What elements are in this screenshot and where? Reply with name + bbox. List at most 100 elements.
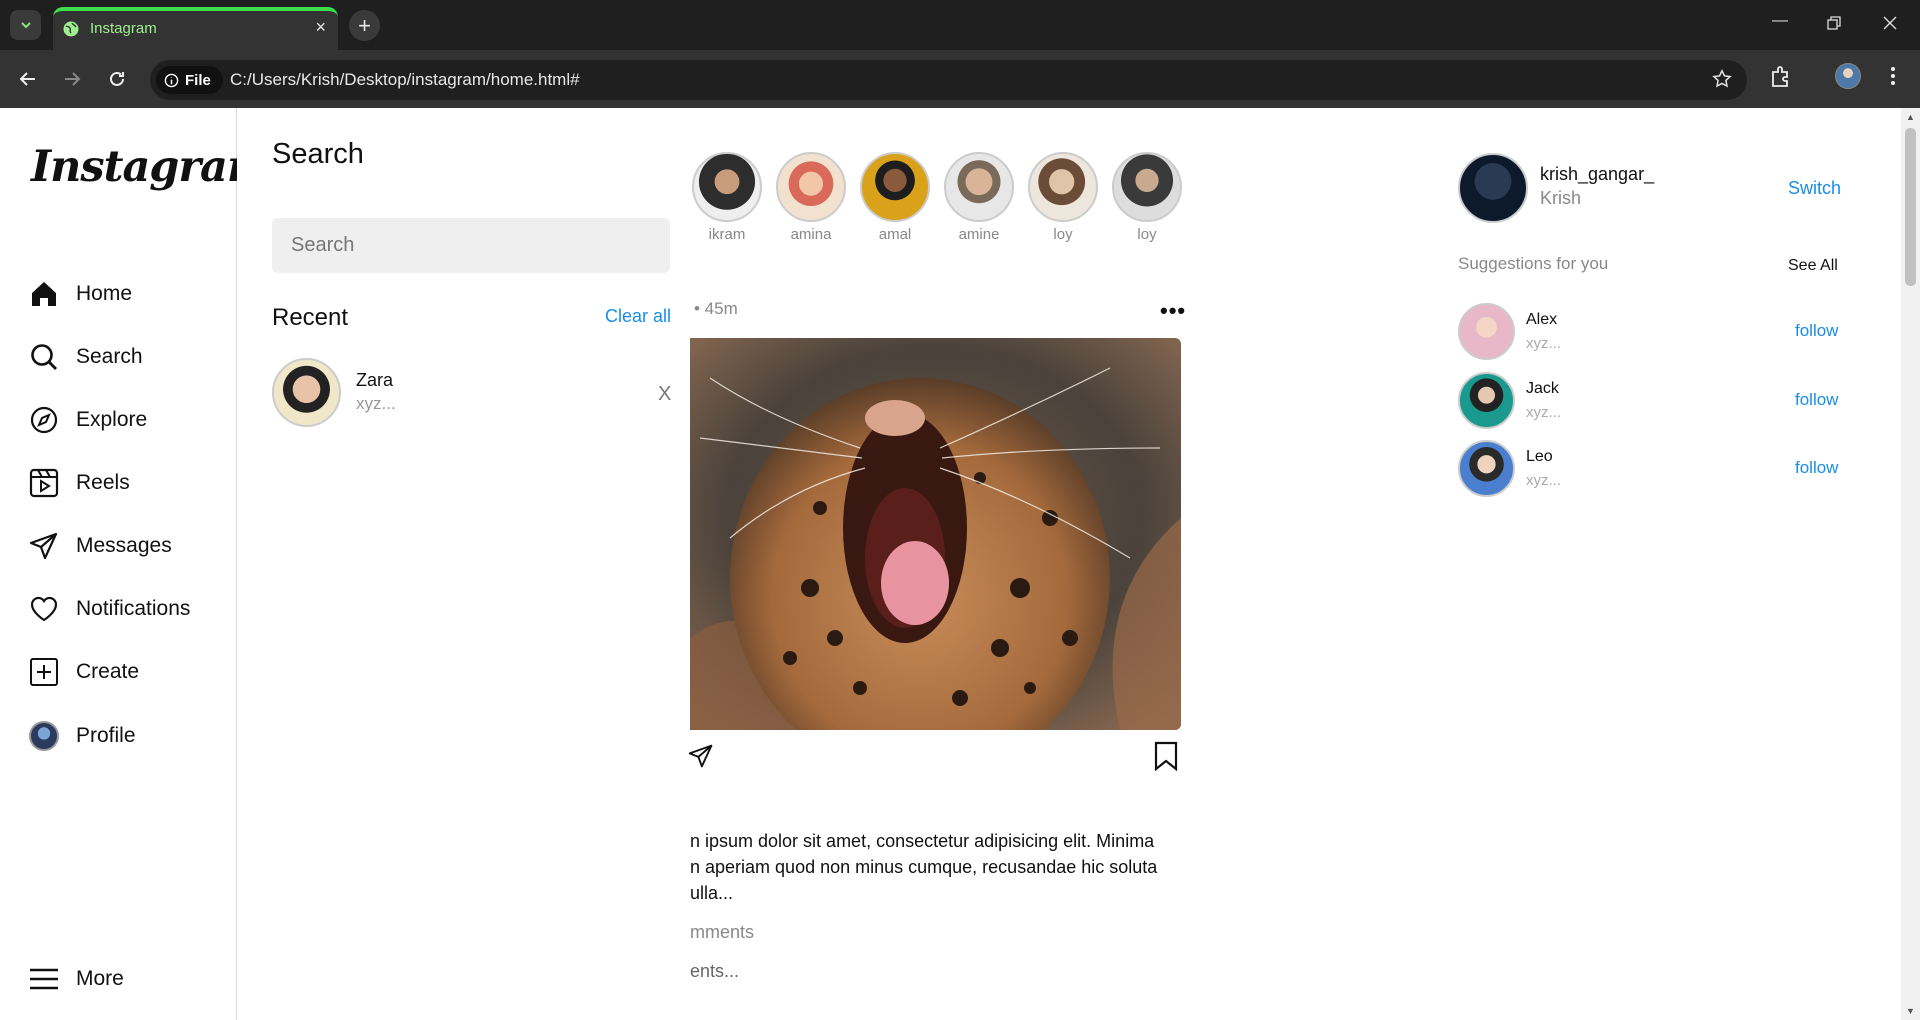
sidebar-item-label: Home (76, 282, 133, 305)
suggestion-name[interactable]: Leo (1526, 448, 1553, 466)
page-scrollbar[interactable]: ▲ ▼ (1901, 108, 1920, 1020)
story-item[interactable]: loy (1107, 152, 1187, 243)
story-name: loy (1137, 226, 1157, 243)
sidebar: Instagram Home Search Explore Reels Mess… (0, 108, 272, 1020)
profile-avatar (28, 720, 60, 752)
follow-button[interactable]: follow (1795, 390, 1838, 410)
story-avatar (692, 152, 762, 222)
extensions-icon[interactable] (1770, 65, 1792, 89)
sidebar-item-label: Search (76, 345, 143, 368)
suggestion-item: Jack xyz... follow (1458, 372, 1848, 430)
post-options-button[interactable]: ••• (1160, 298, 1186, 324)
bookmark-star-icon[interactable] (1711, 68, 1733, 90)
sidebar-item-notifications[interactable]: Notifications (28, 590, 190, 628)
tab-search-button[interactable] (10, 10, 41, 40)
sidebar-item-label: More (76, 967, 124, 990)
follow-button[interactable]: follow (1795, 321, 1838, 341)
reload-icon (110, 71, 124, 86)
follow-button[interactable]: follow (1795, 458, 1838, 478)
share-icon[interactable] (688, 743, 714, 769)
tab-close-button[interactable]: × (315, 17, 326, 38)
send-icon (28, 530, 60, 562)
sidebar-item-profile[interactable]: Profile (28, 717, 136, 755)
avatar (272, 358, 341, 427)
sidebar-item-messages[interactable]: Messages (28, 527, 172, 565)
avatar[interactable] (1458, 303, 1515, 360)
post-timestamp: • 45m (694, 299, 738, 318)
bookmark-icon[interactable] (1153, 741, 1179, 771)
story-name: ikram (708, 226, 746, 243)
search-input[interactable] (272, 218, 670, 273)
add-comment-input[interactable]: ents... (690, 961, 739, 982)
search-icon (28, 341, 60, 373)
suggestion-subtitle: xyz... (1526, 472, 1562, 489)
recent-item-name: Zara (356, 370, 394, 390)
avatar[interactable] (1458, 440, 1515, 497)
restore-icon[interactable] (1827, 16, 1841, 30)
recent-heading: Recent (272, 304, 349, 331)
forward-button[interactable] (60, 67, 84, 91)
suggestions-heading: Suggestions for you (1458, 254, 1609, 273)
see-all-button[interactable]: See All (1788, 257, 1838, 275)
arrow-right-icon (65, 72, 81, 86)
close-window-icon[interactable] (1883, 16, 1897, 30)
info-icon (164, 73, 179, 87)
story-avatar (860, 152, 930, 222)
scrollbar-thumb[interactable] (1905, 128, 1916, 286)
site-info-chip[interactable]: File (156, 66, 223, 94)
reels-icon (28, 467, 60, 499)
view-comments-link[interactable]: mments (690, 922, 754, 943)
story-item[interactable]: loy (1023, 152, 1103, 243)
back-button[interactable] (16, 67, 40, 91)
minimize-icon[interactable]: — (1772, 12, 1788, 30)
story-item[interactable]: amine (939, 152, 1019, 243)
heart-icon (28, 593, 60, 625)
kebab-menu-icon[interactable] (1890, 65, 1896, 87)
remove-recent-button[interactable]: X (658, 383, 671, 406)
story-item[interactable]: amal (855, 152, 935, 243)
suggestion-name[interactable]: Jack (1526, 380, 1559, 398)
reload-button[interactable] (105, 67, 129, 91)
browser-tab[interactable]: Instagram × (53, 7, 338, 50)
sidebar-item-label: Explore (76, 408, 148, 431)
new-tab-button[interactable]: + (349, 10, 380, 41)
scroll-up-icon[interactable]: ▲ (1906, 112, 1915, 122)
instagram-logo[interactable]: Instagram (31, 142, 272, 192)
avatar[interactable] (1458, 372, 1515, 429)
hamburger-menu-icon (28, 963, 60, 995)
sidebar-item-label: Reels (76, 471, 130, 494)
suggestion-name[interactable]: Alex (1526, 311, 1557, 329)
address-bar[interactable]: File C:/Users/Krish/Desktop/instagram/ho… (150, 60, 1747, 100)
switch-account-button[interactable]: Switch (1788, 178, 1841, 199)
story-item[interactable]: amina (771, 152, 851, 243)
url-text[interactable]: C:/Users/Krish/Desktop/instagram/home.ht… (230, 70, 580, 90)
current-user-name: Krish (1540, 188, 1582, 208)
recent-item[interactable]: Zara xyz... (272, 358, 672, 428)
sidebar-item-label: Messages (76, 534, 172, 557)
sidebar-item-home[interactable]: Home (28, 275, 132, 313)
sidebar-item-more[interactable]: More (28, 960, 124, 998)
scroll-down-icon[interactable]: ▼ (1906, 1006, 1915, 1016)
page-viewport: Instagram Home Search Explore Reels Mess… (0, 108, 1901, 1020)
sidebar-item-reels[interactable]: Reels (28, 464, 130, 502)
tab-title: Instagram (90, 20, 157, 37)
post-image[interactable] (690, 338, 1181, 730)
suggestion-subtitle: xyz... (1526, 404, 1562, 421)
story-item[interactable]: ikram (687, 152, 767, 243)
sidebar-item-explore[interactable]: Explore (28, 401, 147, 439)
current-username[interactable]: krish_gangar_ (1540, 164, 1654, 185)
search-panel: Search Recent Clear all Zara xyz... X (237, 108, 687, 1020)
current-user-avatar[interactable] (1458, 153, 1528, 223)
site-info-label: File (185, 71, 211, 89)
sidebar-item-create[interactable]: Create (28, 653, 139, 691)
story-name: amina (790, 226, 832, 243)
suggestion-subtitle: xyz... (1526, 335, 1562, 352)
compass-icon (28, 404, 60, 436)
profile-avatar-button[interactable] (1835, 63, 1861, 89)
suggestion-item: Alex xyz... follow (1458, 303, 1848, 361)
sidebar-item-search[interactable]: Search (28, 338, 143, 376)
clear-all-button[interactable]: Clear all (605, 306, 671, 327)
story-name: amine (958, 226, 1000, 243)
story-avatar (944, 152, 1014, 222)
plus-square-icon (28, 656, 60, 688)
